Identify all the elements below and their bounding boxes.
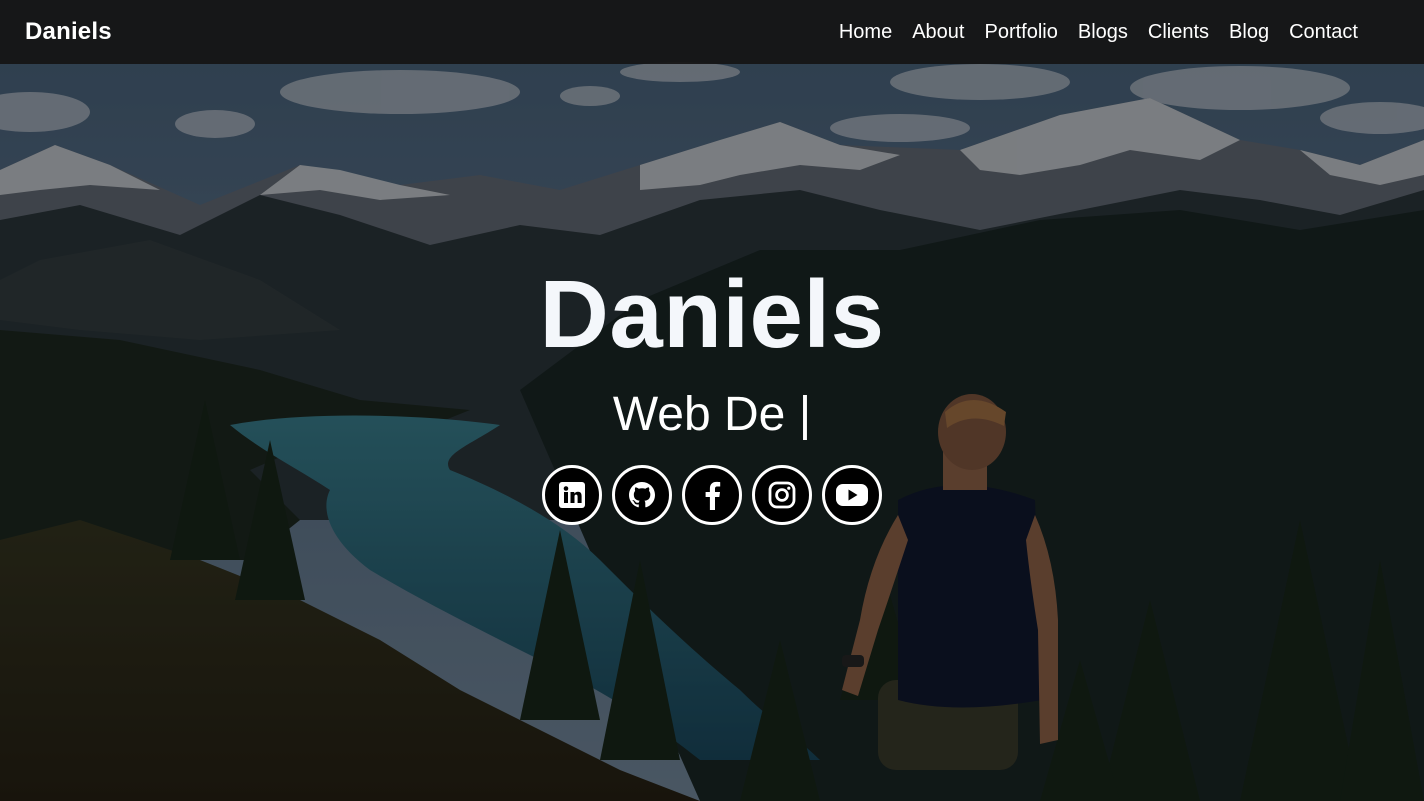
nav-link-portfolio[interactable]: Portfolio bbox=[984, 21, 1057, 43]
nav-item-portfolio: Portfolio bbox=[984, 21, 1057, 44]
nav-item-blog: Blog bbox=[1229, 21, 1269, 44]
nav-links: Home About Portfolio Blogs Clients Blog … bbox=[839, 21, 1358, 44]
github-button[interactable] bbox=[612, 465, 672, 525]
hero-section: Daniels Web De | bbox=[0, 255, 1424, 525]
instagram-icon bbox=[768, 481, 796, 509]
facebook-icon bbox=[705, 481, 721, 510]
nav-item-about: About bbox=[912, 21, 964, 44]
youtube-button[interactable] bbox=[822, 465, 882, 525]
brand-logo-link[interactable]: Daniels bbox=[25, 18, 112, 46]
nav-link-home[interactable]: Home bbox=[839, 21, 892, 43]
hero-title: Daniels bbox=[539, 261, 885, 368]
facebook-button[interactable] bbox=[682, 465, 742, 525]
nav-item-clients: Clients bbox=[1148, 21, 1209, 44]
nav-item-home: Home bbox=[839, 21, 892, 44]
page: Daniels Home About Portfolio Blogs Clien… bbox=[0, 0, 1424, 801]
nav-link-clients[interactable]: Clients bbox=[1148, 21, 1209, 43]
linkedin-icon bbox=[559, 482, 585, 508]
nav-item-blogs: Blogs bbox=[1078, 21, 1128, 44]
youtube-icon bbox=[836, 484, 868, 506]
navbar: Daniels Home About Portfolio Blogs Clien… bbox=[0, 0, 1424, 64]
hero-typing-subtitle: Web De | bbox=[612, 388, 812, 441]
github-icon bbox=[629, 482, 655, 508]
nav-link-contact[interactable]: Contact bbox=[1289, 21, 1358, 43]
social-links bbox=[542, 465, 882, 525]
linkedin-button[interactable] bbox=[542, 465, 602, 525]
instagram-button[interactable] bbox=[752, 465, 812, 525]
nav-item-contact: Contact bbox=[1289, 21, 1358, 44]
nav-link-blogs[interactable]: Blogs bbox=[1078, 21, 1128, 43]
nav-link-about[interactable]: About bbox=[912, 21, 964, 43]
nav-link-blog[interactable]: Blog bbox=[1229, 21, 1269, 43]
